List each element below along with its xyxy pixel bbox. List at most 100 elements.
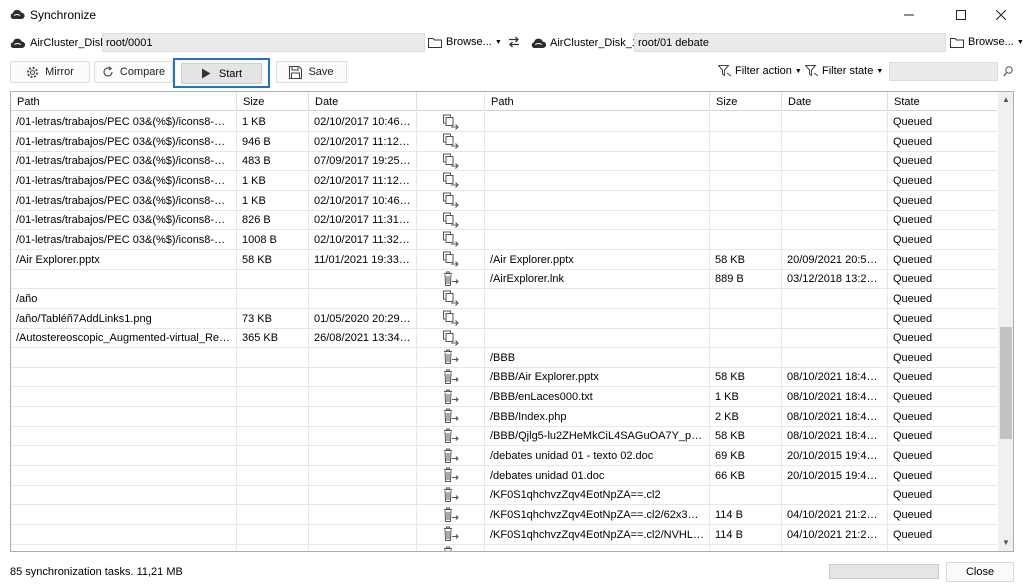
minimize-button[interactable] [886,0,932,29]
cell-state [888,544,997,551]
filter-state-dropdown[interactable]: Filter state ▼ [805,65,883,77]
search-input[interactable] [889,62,998,81]
cell-right-size: 69 KB [710,446,782,466]
column-right-size[interactable]: Size [710,92,782,111]
toolbar: Mirror Compare Start Save Filter action … [0,58,1024,88]
start-label: Start [218,67,243,80]
scroll-up-icon[interactable]: ▲ [1002,95,1010,104]
table-row[interactable]: /debates unidad 01 - texto 02.doc 69 KB 20… [11,446,997,467]
copy-right-icon[interactable] [442,330,460,346]
cell-state: Queued [893,332,933,345]
table-row[interactable]: /Air Explorer.pptx 58 KB 11/01/2021 19:33:… [11,249,997,270]
table-row[interactable]: /01-letras/trabajos/PEC 03&(%$)/icons8-C… [11,190,997,211]
table-row[interactable]: /01-letras/trabajos/PEC 03&(%$)/icons8-C… [11,210,997,231]
delete-right-icon[interactable] [442,271,460,287]
copy-right-icon[interactable] [442,153,460,169]
delete-right-icon[interactable] [442,467,460,483]
delete-right-icon[interactable] [442,389,460,405]
column-left-size[interactable]: Size [237,92,309,111]
cell-left-path: /01-letras/trabajos/PEC 03&(%$)/icons8-C… [11,210,237,230]
table-row[interactable]: /año Queued [11,288,997,309]
copy-right-icon[interactable] [442,290,460,307]
left-path-field[interactable]: root/0001 [102,33,425,52]
search-icon[interactable] [1003,66,1013,77]
column-action[interactable] [417,92,485,111]
right-path-field[interactable]: root/01 debate [634,33,946,52]
cell-left-size: 1 KB [237,170,309,190]
cell-right-path: /KF0S1qhchvzZqv4EotNpZA==.cl2 [485,485,710,505]
right-browse-button[interactable]: Browse... ▼ [950,36,1024,48]
cell-left-size [237,269,309,289]
delete-right-icon[interactable] [442,507,460,523]
compare-button[interactable]: Compare [94,61,173,83]
table-row[interactable]: /01-letras/trabajos/PEC 03&(%$)/icons8-C… [11,229,997,250]
cell-action [417,387,485,407]
column-state[interactable]: State [888,92,997,111]
column-right-date[interactable]: Date [782,92,888,111]
cell-state: Queued [893,489,933,502]
table-row[interactable]: /BBB/Qjlg5-lu2ZHeMkCiL4SAGuOA7Y_pQv... 58… [11,426,997,447]
delete-right-icon[interactable] [442,448,460,464]
table-row[interactable]: /BBB/enLaces000.txt 1 KB 08/10/2021 18:44:… [11,387,997,408]
compare-label: Compare [119,66,166,78]
left-browse-button[interactable]: Browse... ▼ [428,36,502,48]
start-button[interactable]: Start [181,63,262,84]
copy-right-icon[interactable] [442,212,460,228]
sync-grid[interactable]: Path Size Date Path Size Date State /01-… [10,91,1014,552]
cell-action [417,544,485,551]
copy-right-icon[interactable] [442,310,460,326]
table-row[interactable]: /BBB/Air Explorer.pptx 58 KB 08/10/2021 18… [11,367,997,388]
copy-right-icon[interactable] [442,192,460,208]
delete-right-icon[interactable] [442,408,460,424]
table-row[interactable] [11,544,997,551]
save-button[interactable]: Save [276,61,347,83]
column-left-date[interactable]: Date [309,92,417,111]
copy-right-icon[interactable] [442,172,460,189]
delete-right-icon[interactable] [442,526,460,542]
cell-right-size [710,190,782,210]
table-row[interactable]: /año/Tabléñ7AddLinks1.png 73 KB 01/05/2020… [11,308,997,329]
minimize-icon [904,14,914,15]
copy-right-icon[interactable] [442,133,460,150]
table-row[interactable]: /BBB/Index.php 2 KB 08/10/2021 18:44:06 Que… [11,406,997,427]
vertical-scrollbar[interactable]: ▲ ▼ [998,92,1013,551]
delete-right-icon[interactable] [442,487,460,503]
copy-right-icon[interactable] [442,114,460,130]
table-row[interactable]: /01-letras/trabajos/PEC 03&(%$)/icons8-C… [11,151,997,172]
close-button[interactable]: Close [946,562,1014,582]
copy-right-icon[interactable] [442,251,460,267]
scrollbar-thumb[interactable] [1000,327,1012,439]
close-window-button[interactable] [978,0,1024,29]
table-row[interactable]: /01-letras/trabajos/PEC 03&(%$)/icons8-C… [11,170,997,191]
cell-action [417,229,485,249]
delete-right-icon[interactable] [442,349,460,365]
cell-left-size: 58 KB [237,249,309,269]
swap-icon[interactable] [508,36,520,48]
cell-left-size [237,485,309,505]
cell-right-path [485,151,710,171]
cell-left-size [237,524,309,544]
cell-action [417,308,485,328]
table-row[interactable]: /KF0S1qhchvzZqv4EotNpZA==.cl2/62x3n1n...… [11,505,997,525]
table-row[interactable]: /BBB Queued [11,347,997,368]
delete-right-icon[interactable] [442,428,460,444]
delete-right-icon[interactable] [442,546,460,551]
table-row[interactable]: /Autostereoscopic_Augmented-virtual_Real… [11,328,997,349]
delete-right-icon[interactable] [442,369,460,385]
table-row[interactable]: /01-letras/trabajos/PEC 03&(%$)/icons8-C… [11,112,997,132]
scroll-down-icon[interactable]: ▼ [1002,538,1010,547]
table-row[interactable]: /KF0S1qhchvzZqv4EotNpZA==.cl2 Queued [11,485,997,506]
mirror-button[interactable]: Mirror [10,61,90,83]
column-right-path[interactable]: Path [485,92,710,111]
column-left-path[interactable]: Path [11,92,237,111]
table-row[interactable]: /AirExplorer.lnk 889 B 03/12/2018 13:20:49… [11,269,997,290]
cell-left-date [309,485,417,505]
cell-left-path [11,406,237,426]
cell-right-path [485,190,710,210]
table-row[interactable]: /debates unidad 01.doc 66 KB 20/10/2015 19… [11,465,997,486]
filter-action-dropdown[interactable]: Filter action ▼ [718,65,802,77]
copy-right-icon[interactable] [442,231,460,248]
table-row[interactable]: /01-letras/trabajos/PEC 03&(%$)/icons8-C… [11,131,997,152]
table-row[interactable]: /KF0S1qhchvzZqv4EotNpZA==.cl2/NVHL2k... 1… [11,524,997,545]
save-label: Save [308,66,334,78]
